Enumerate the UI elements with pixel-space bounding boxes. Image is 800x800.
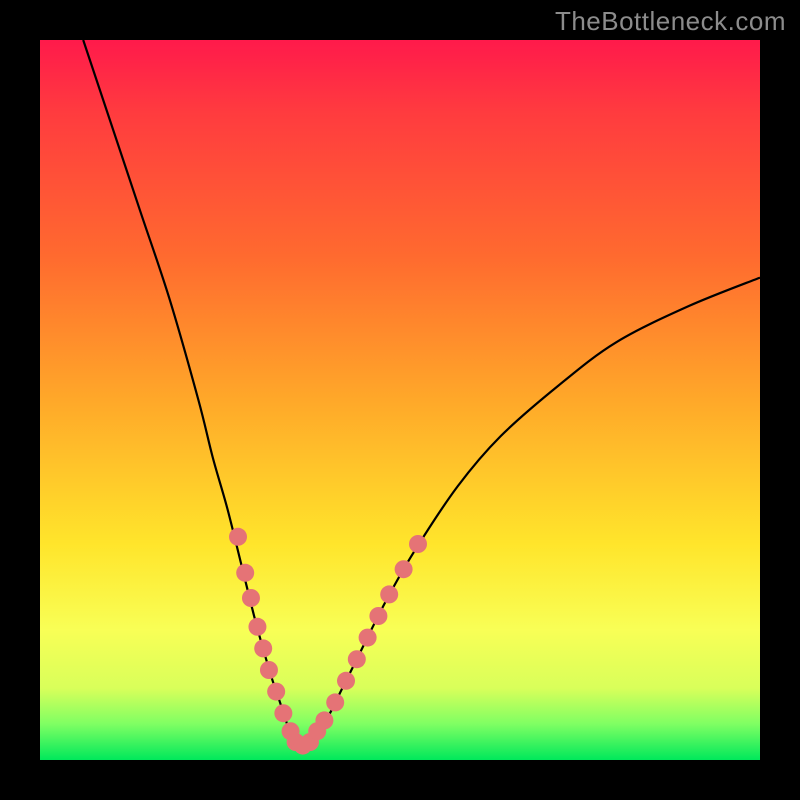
curve-marker xyxy=(248,618,266,636)
curve-marker xyxy=(359,629,377,647)
curve-marker xyxy=(369,607,387,625)
marker-group xyxy=(229,528,427,755)
plot-area xyxy=(40,40,760,760)
curve-marker xyxy=(380,585,398,603)
curve-svg xyxy=(40,40,760,760)
curve-marker xyxy=(236,564,254,582)
curve-marker xyxy=(254,639,272,657)
curve-marker xyxy=(260,661,278,679)
curve-marker xyxy=(267,683,285,701)
curve-marker xyxy=(409,535,427,553)
curve-marker xyxy=(348,650,366,668)
curve-marker xyxy=(326,693,344,711)
curve-marker xyxy=(229,528,247,546)
curve-marker xyxy=(337,672,355,690)
curve-marker xyxy=(395,560,413,578)
curve-marker xyxy=(274,704,292,722)
curve-marker xyxy=(242,589,260,607)
bottleneck-curve xyxy=(83,40,760,747)
curve-marker xyxy=(315,711,333,729)
chart-frame: TheBottleneck.com xyxy=(0,0,800,800)
watermark-text: TheBottleneck.com xyxy=(555,6,786,37)
